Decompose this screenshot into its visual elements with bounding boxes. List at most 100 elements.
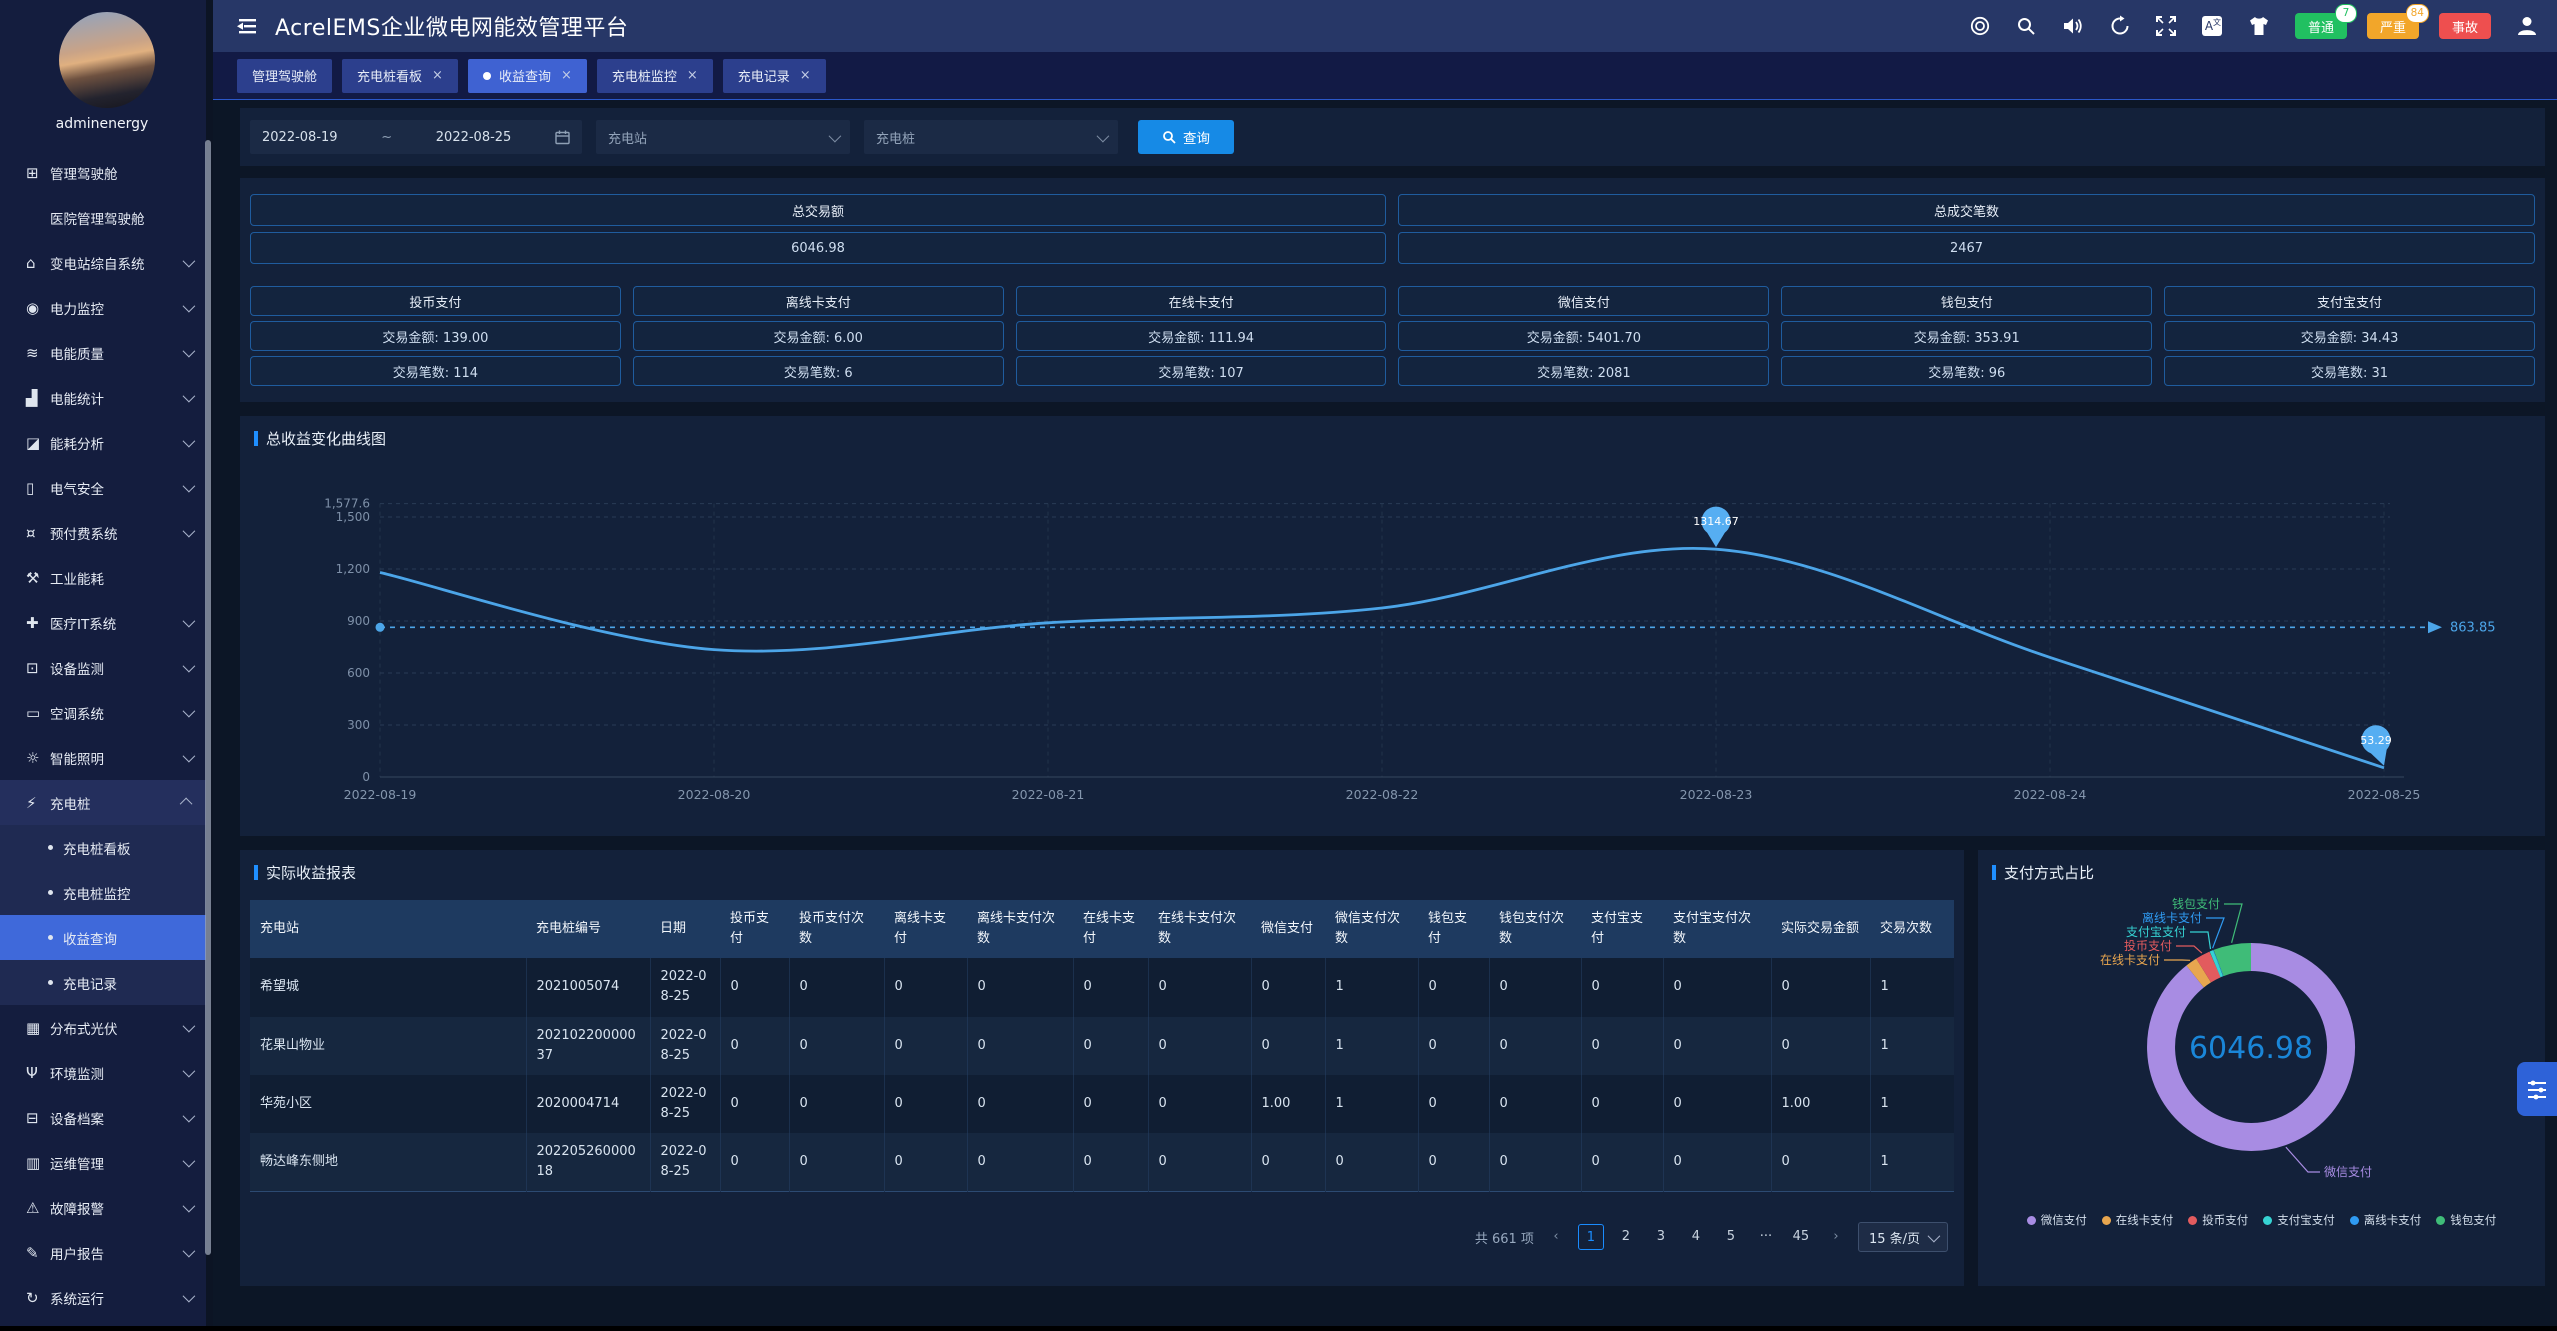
chevron-down-icon [183, 480, 196, 493]
sidebar-group: ⚒工业能耗 [0, 555, 206, 600]
legend-item-在线卡支付[interactable]: 在线卡支付 [2102, 1212, 2174, 1228]
date-separator: ~ [381, 130, 392, 145]
sidebar-item[interactable]: ◪能耗分析 [0, 420, 206, 465]
svg-text:投币支付: 投币支付 [2124, 938, 2172, 953]
table-cell: 1 [1325, 1075, 1418, 1133]
page-button[interactable]: 45 [1788, 1224, 1814, 1250]
sidebar-item[interactable]: Ψ环境监测 [0, 1050, 206, 1095]
alarm-badge-普通[interactable]: 普通7 [2295, 13, 2347, 39]
page-button[interactable]: 2 [1613, 1224, 1639, 1250]
alarm-badges: 普通7 严重84 事故 [2295, 13, 2491, 39]
sidebar-group: ▥运维管理 [0, 1140, 206, 1185]
query-button[interactable]: 查询 [1138, 120, 1234, 154]
active-tab-dot [483, 72, 491, 80]
tab-充电桩监控[interactable]: 充电桩监控× [597, 59, 713, 93]
chevron-down-icon [183, 1020, 196, 1033]
table-cell: 0 [789, 1075, 884, 1133]
sidebar-item[interactable]: ☼智能照明 [0, 735, 206, 780]
table-cell: 0 [1251, 1017, 1325, 1075]
legend-item-微信支付[interactable]: 微信支付 [2027, 1212, 2087, 1228]
filter-settings-button[interactable] [2517, 1062, 2557, 1116]
sidebar-item[interactable]: ⊟设备档案 [0, 1095, 206, 1140]
alarm-badge-严重[interactable]: 严重84 [2367, 13, 2419, 39]
sidebar-subitem[interactable]: 充电桩看板 [0, 825, 206, 870]
sidebar-item[interactable]: ▭空调系统 [0, 690, 206, 735]
sidebar-item[interactable]: ⌂变电站综自系统 [0, 240, 206, 285]
bullet-icon [48, 980, 53, 985]
close-icon[interactable]: × [561, 68, 572, 83]
sidebar-subitem[interactable]: 充电桩监控 [0, 870, 206, 915]
sidebar-item[interactable]: ⚡充电桩 [0, 780, 206, 825]
chevron-down-icon [183, 615, 196, 628]
table-cell: 0 [1073, 1133, 1148, 1192]
station-select[interactable]: 充电站 [596, 120, 850, 154]
sidebar-item[interactable]: ¤预付费系统 [0, 510, 206, 555]
sidebar-item[interactable]: ⊞管理驾驶舱 [0, 150, 206, 195]
sidebar-item[interactable]: ⊡设备监测 [0, 645, 206, 690]
table-cell: 0 [1251, 1133, 1325, 1192]
page-button[interactable]: 4 [1683, 1224, 1709, 1250]
tab-充电记录[interactable]: 充电记录× [723, 59, 826, 93]
page-button[interactable]: 3 [1648, 1224, 1674, 1250]
legend-item-钱包支付[interactable]: 钱包支付 [2436, 1212, 2496, 1228]
close-icon[interactable]: × [800, 68, 811, 83]
legend-item-离线卡支付[interactable]: 离线卡支付 [2350, 1212, 2422, 1228]
user-icon[interactable] [2515, 14, 2539, 38]
sidebar-item[interactable]: ✎用户报告 [0, 1230, 206, 1275]
table-cell: 20210220000037 [526, 1017, 650, 1075]
tab-收益查询[interactable]: 收益查询× [468, 59, 587, 93]
sidebar-item[interactable]: ▯电气安全 [0, 465, 206, 510]
svg-text:2022-08-20: 2022-08-20 [678, 787, 751, 802]
date-range-input[interactable]: 2022-08-19 ~ 2022-08-25 [250, 120, 582, 154]
sound-icon[interactable] [2061, 15, 2085, 37]
fullscreen-icon[interactable] [2155, 15, 2177, 37]
next-page-button[interactable]: › [1823, 1224, 1849, 1250]
sidebar-group: ⊞管理驾驶舱 [0, 150, 206, 195]
tab-管理驾驶舱[interactable]: 管理驾驶舱 [237, 59, 332, 93]
sidebar-item[interactable]: ✚医疗IT系统 [0, 600, 206, 645]
sidebar-scrollbar-thumb[interactable] [205, 140, 211, 1255]
sidebar-item[interactable]: ↻系统运行 [0, 1275, 206, 1320]
close-icon[interactable]: × [687, 68, 698, 83]
alarm-count-badge: 7 [2335, 4, 2357, 23]
close-icon[interactable]: × [432, 68, 443, 83]
tab-label: 管理驾驶舱 [252, 66, 317, 85]
pile-select[interactable]: 充电桩 [864, 120, 1118, 154]
sliders-icon [2527, 1078, 2547, 1100]
chevron-down-icon [183, 660, 196, 673]
prev-page-button[interactable]: ‹ [1543, 1224, 1569, 1250]
payment-card-count: 交易笔数: 2081 [1398, 356, 1769, 386]
sidebar-item-label: 运维管理 [50, 1153, 104, 1173]
avatar[interactable] [59, 12, 155, 108]
table-cell: 0 [1489, 958, 1581, 1016]
search-icon[interactable] [2015, 15, 2037, 37]
payment-card-count: 交易笔数: 6 [633, 356, 1004, 386]
sidebar-item[interactable]: ▦分布式光伏 [0, 1005, 206, 1050]
table-row: 希望城20210050742022-08-2500000001000001 [250, 958, 1954, 1016]
page-size-select[interactable]: 15 条/页 [1858, 1222, 1948, 1252]
sidebar-item[interactable]: ⚠故障报警 [0, 1185, 206, 1230]
theme-icon[interactable] [2247, 15, 2271, 37]
sidebar-item[interactable]: ⚒工业能耗 [0, 555, 206, 600]
translate-icon[interactable]: A 文 [2201, 15, 2223, 37]
sidebar-item[interactable]: ◉电力监控 [0, 285, 206, 330]
page-button[interactable]: 1 [1578, 1224, 1604, 1250]
tab-充电桩看板[interactable]: 充电桩看板× [342, 59, 458, 93]
sidebar-item[interactable]: ≋电能质量 [0, 330, 206, 375]
sidebar-subitem[interactable]: 充电记录 [0, 960, 206, 1005]
refresh-icon[interactable] [2109, 15, 2131, 37]
legend-label: 投币支付 [2202, 1212, 2248, 1228]
legend-item-投币支付[interactable]: 投币支付 [2188, 1212, 2248, 1228]
sidebar-item[interactable]: ▟电能统计 [0, 375, 206, 420]
sidebar-subitem[interactable]: 收益查询 [0, 915, 206, 960]
table-cell: 0 [1771, 958, 1870, 1016]
alarm-badge-事故[interactable]: 事故 [2439, 13, 2491, 39]
platform-icon[interactable] [1969, 15, 1991, 37]
sidebar-group: ⊡设备监测 [0, 645, 206, 690]
sidebar-item[interactable]: ▥运维管理 [0, 1140, 206, 1185]
table-cell: 0 [1418, 1017, 1489, 1075]
legend-item-支付宝支付[interactable]: 支付宝支付 [2263, 1212, 2335, 1228]
sidebar-item[interactable]: 医院管理驾驶舱 [0, 195, 206, 240]
page-button[interactable]: 5 [1718, 1224, 1744, 1250]
collapse-menu-icon[interactable] [235, 16, 259, 36]
